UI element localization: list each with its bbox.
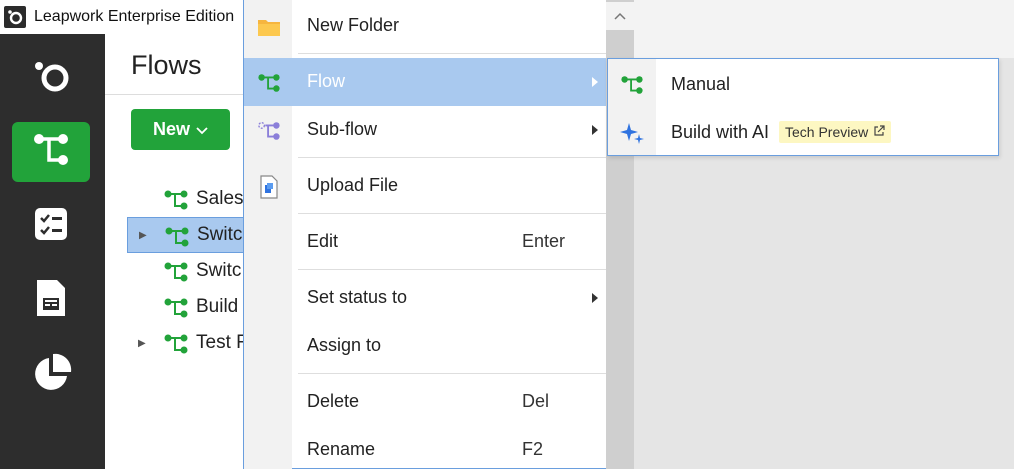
window-title: Leapwork Enterprise Edition xyxy=(34,8,235,25)
shortcut-label: Enter xyxy=(522,231,566,251)
flows-panel: Flows New Sales ▶ Switc Switc Build ▶ Te… xyxy=(105,34,245,469)
menu-item-delete[interactable]: Delete Del xyxy=(244,378,606,426)
tree-item[interactable]: Sales xyxy=(105,181,245,217)
submenu-item-build-with-ai[interactable]: Build with AI Tech Preview xyxy=(608,108,998,156)
flow-icon xyxy=(163,334,189,359)
menu-separator xyxy=(298,373,606,374)
upload-file-icon xyxy=(257,175,281,199)
caret-right-icon[interactable]: ▶ xyxy=(139,230,147,241)
flow-icon xyxy=(163,298,189,323)
sidebar-item-flows[interactable] xyxy=(12,122,90,182)
tree-item[interactable]: Switc xyxy=(105,253,245,289)
flow-icon xyxy=(163,190,189,215)
submenu-arrow-icon xyxy=(592,77,598,87)
sidebar-item-tasks[interactable] xyxy=(12,196,90,256)
tree-item-label: Switc xyxy=(197,224,243,245)
sidebar-item-dashboards[interactable] xyxy=(12,346,90,406)
menu-separator xyxy=(298,213,606,214)
context-menu: New Folder Flow Sub-flow Upload File Edi… xyxy=(243,0,634,469)
menu-separator xyxy=(298,269,606,270)
checklist-icon xyxy=(31,204,71,249)
folder-icon xyxy=(257,16,281,38)
menu-item-upload-file[interactable]: Upload File xyxy=(244,162,606,210)
left-sidebar xyxy=(0,34,105,469)
tree-item[interactable]: Build xyxy=(105,289,245,325)
flow-icon xyxy=(29,130,73,175)
shortcut-label: Del xyxy=(522,391,550,411)
flow-icon xyxy=(620,73,644,97)
submenu-arrow-icon xyxy=(592,293,598,303)
menu-item-new-folder[interactable]: New Folder xyxy=(244,2,606,50)
tree-item-label: Sales xyxy=(196,188,244,209)
subflow-icon xyxy=(257,120,281,142)
menu-item-edit[interactable]: Edit Enter xyxy=(244,218,606,266)
chevron-up-icon xyxy=(614,7,626,25)
new-button[interactable]: New xyxy=(131,109,230,150)
external-link-icon xyxy=(873,124,885,140)
tree-item-selected[interactable]: ▶ Switc xyxy=(127,217,245,253)
divider xyxy=(105,94,245,95)
title-bar-right xyxy=(633,0,1014,58)
menu-item-sub-flow[interactable]: Sub-flow xyxy=(244,106,606,154)
tech-preview-badge[interactable]: Tech Preview xyxy=(779,121,892,143)
leapwork-logo-icon xyxy=(4,6,26,28)
scroll-up-button[interactable] xyxy=(606,2,634,30)
tree-item-label: Test F xyxy=(196,332,245,353)
report-icon xyxy=(31,276,71,325)
title-bar: Leapwork Enterprise Edition xyxy=(0,0,245,34)
tree-item-label: Build xyxy=(196,296,239,317)
flow-icon xyxy=(164,227,190,252)
pie-chart-icon xyxy=(29,352,73,401)
flow-tree: Sales ▶ Switc Switc Build ▶ Test F xyxy=(105,181,245,361)
menu-item-set-status[interactable]: Set status to xyxy=(244,274,606,322)
flow-icon xyxy=(257,72,281,94)
menu-separator xyxy=(298,53,606,54)
ai-sparkle-icon xyxy=(620,121,644,145)
sidebar-logo[interactable] xyxy=(12,48,90,108)
tree-item[interactable]: ▶ Test F xyxy=(105,325,245,361)
leapwork-logo-icon xyxy=(29,56,73,101)
menu-separator xyxy=(298,157,606,158)
menu-item-rename[interactable]: Rename F2 xyxy=(244,426,606,469)
menu-item-assign-to[interactable]: Assign to xyxy=(244,322,606,370)
flow-icon xyxy=(163,262,189,287)
shortcut-label: F2 xyxy=(522,439,544,459)
chevron-down-icon xyxy=(196,119,208,140)
flow-submenu: Manual Build with AI Tech Preview xyxy=(607,58,999,156)
submenu-arrow-icon xyxy=(592,125,598,135)
caret-right-icon[interactable]: ▶ xyxy=(138,338,146,349)
menu-item-flow[interactable]: Flow xyxy=(244,58,606,106)
submenu-item-manual[interactable]: Manual xyxy=(608,60,998,108)
page-title: Flows xyxy=(131,50,202,80)
sidebar-item-reports[interactable] xyxy=(12,270,90,330)
tree-item-label: Switc xyxy=(196,260,242,281)
